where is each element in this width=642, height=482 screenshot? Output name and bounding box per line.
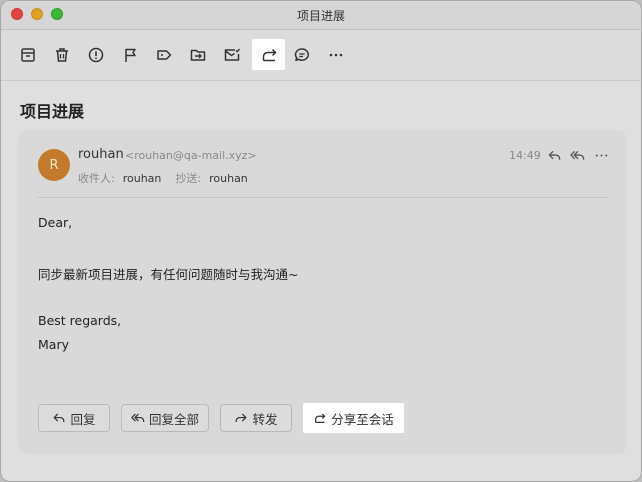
- window-title: 项目进展: [296, 9, 345, 23]
- forward-label: 转发: [252, 411, 278, 427]
- archive-button[interactable]: [12, 39, 44, 70]
- share-button[interactable]: [252, 39, 285, 70]
- mark-unread-button[interactable]: [216, 39, 248, 70]
- forward-icon: [236, 413, 247, 422]
- cc-label: 抄送:: [175, 172, 202, 185]
- flag-button[interactable]: [114, 39, 146, 70]
- chat-icon: [294, 47, 309, 61]
- trash-icon: [56, 47, 68, 62]
- sender-email: <rouhan@qa-mail.xyz>: [125, 149, 257, 162]
- move-button[interactable]: [182, 39, 214, 70]
- email-more-button[interactable]: [593, 147, 609, 163]
- share-to-chat-label: 分享至会话: [331, 411, 394, 427]
- reply-label: 回复: [70, 411, 96, 427]
- reply-all-icon-button[interactable]: [569, 147, 585, 163]
- toolbar: [1, 30, 641, 81]
- email-card: R rouhan <rouhan@qa-mail.xyz> 收件人: rouhan…: [20, 131, 625, 451]
- sender-name[interactable]: rouhan: [78, 147, 124, 162]
- page-title: 项目进展: [20, 102, 85, 121]
- mail-window: 项目进展 项目进展 R rouhan <rouhan@qa-mail.xyz> …: [0, 0, 642, 482]
- reply-all-icon: [569, 150, 584, 160]
- reply-all-icon: [131, 413, 145, 422]
- email-time: 14:49: [509, 149, 541, 162]
- forward-button[interactable]: 转发: [220, 404, 292, 432]
- reply-icon: [548, 150, 560, 160]
- to-label: 收件人:: [78, 172, 115, 185]
- body-closing: Best regards,: [38, 313, 122, 328]
- spam-button[interactable]: [80, 39, 112, 70]
- header-divider: [38, 197, 608, 198]
- more-icon: [329, 53, 343, 56]
- to-value[interactable]: rouhan: [123, 172, 162, 185]
- recipients-line: 收件人: rouhan 抄送: rouhan: [78, 170, 262, 186]
- share-icon: [262, 48, 276, 61]
- reply-all-button[interactable]: 回复全部: [121, 404, 209, 432]
- body-line: 同步最新项目进展，有任何问题随时与我沟通~: [38, 267, 299, 282]
- reply-icon: [54, 413, 65, 422]
- spam-icon: [88, 47, 104, 62]
- tag-icon: [157, 49, 172, 60]
- more-icon: [595, 153, 607, 157]
- flag-icon: [125, 48, 136, 62]
- body-signature: Mary: [38, 337, 69, 352]
- title-bar: 项目进展: [1, 1, 641, 30]
- reply-all-label: 回复全部: [148, 411, 199, 427]
- more-button[interactable]: [320, 39, 352, 70]
- tag-button[interactable]: [148, 39, 180, 70]
- body-greeting: Dear,: [38, 215, 73, 230]
- chat-button[interactable]: [286, 39, 318, 70]
- delete-button[interactable]: [46, 39, 78, 70]
- avatar[interactable]: R: [38, 149, 70, 181]
- archive-icon: [21, 47, 35, 62]
- mark-unread-icon: [224, 48, 241, 61]
- move-to-folder-icon: [190, 49, 206, 61]
- reply-icon-button[interactable]: [546, 147, 562, 163]
- share-icon: [315, 413, 326, 423]
- share-to-chat-button[interactable]: 分享至会话: [303, 403, 404, 433]
- cc-value[interactable]: rouhan: [209, 172, 248, 185]
- reply-button[interactable]: 回复: [38, 404, 110, 432]
